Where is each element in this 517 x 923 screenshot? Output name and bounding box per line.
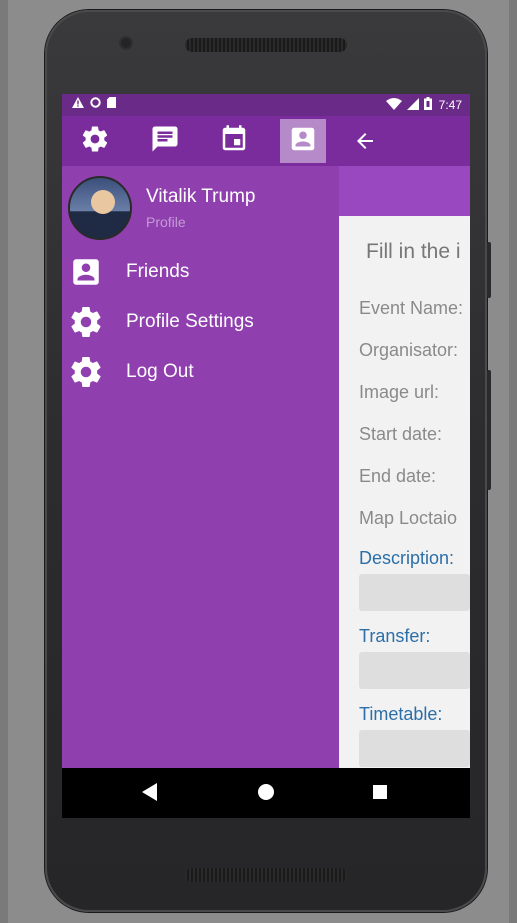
profile-subtitle: Profile (146, 214, 186, 230)
navigation-drawer: Vitalik Trump Profile Friends Profile Se… (62, 166, 339, 768)
end-date-field[interactable]: End date: (359, 466, 436, 487)
wifi-icon (385, 97, 402, 113)
signal-icon (406, 97, 419, 113)
back-nav-button[interactable] (136, 780, 164, 808)
gear-icon (68, 354, 104, 390)
profile-name[interactable]: Vitalik Trump (146, 186, 255, 208)
calendar-tab[interactable] (211, 119, 257, 163)
form-title: Fill in the i (366, 240, 461, 263)
messages-tab[interactable] (142, 119, 188, 163)
gear-icon (68, 304, 104, 340)
sub-header-bar (339, 166, 470, 216)
message-icon (150, 124, 180, 159)
circle-home-icon (257, 783, 275, 806)
triangle-back-icon (142, 782, 158, 806)
app-bar (62, 116, 470, 166)
avatar[interactable] (68, 176, 132, 240)
profile-tab[interactable] (280, 119, 326, 163)
warning-icon (72, 97, 84, 111)
battery-icon (423, 97, 432, 113)
clock: 7:47 (438, 98, 462, 112)
organisator-field[interactable]: Organisator: (359, 340, 458, 361)
event-form: Fill in the i Event Name: Organisator: I… (339, 216, 470, 768)
settings-tab[interactable] (72, 119, 118, 163)
circle-icon (90, 97, 101, 111)
map-location-field[interactable]: Map Loctaio (359, 508, 457, 529)
square-recents-icon (372, 784, 388, 805)
back-arrow-icon[interactable] (352, 129, 378, 158)
drawer-item-friends[interactable]: Friends (68, 254, 328, 290)
drawer-item-label: Friends (126, 261, 190, 282)
start-date-field[interactable]: Start date: (359, 424, 442, 445)
timetable-input[interactable] (359, 730, 470, 767)
transfer-input[interactable] (359, 652, 470, 689)
contact-icon (68, 254, 104, 290)
screen: 7:47 Vitalik Trump Profile Friends Profi… (62, 94, 470, 818)
drawer-item-label: Log Out (126, 361, 194, 382)
contact-icon (288, 124, 318, 159)
drawer-item-label: Profile Settings (126, 311, 254, 332)
top-speaker (185, 38, 347, 52)
image-url-field[interactable]: Image url: (359, 382, 439, 403)
gear-icon (80, 124, 110, 159)
recents-nav-button[interactable] (366, 780, 394, 808)
sd-card-icon (107, 97, 116, 111)
volume-button (487, 242, 491, 298)
description-input[interactable] (359, 574, 470, 611)
transfer-label: Transfer: (359, 626, 431, 646)
bottom-speaker (185, 868, 347, 882)
home-nav-button[interactable] (252, 780, 280, 808)
drawer-item-log-out[interactable]: Log Out (68, 354, 328, 390)
timetable-label: Timetable: (359, 704, 443, 724)
calendar-icon (219, 124, 249, 159)
drawer-item-profile-settings[interactable]: Profile Settings (68, 304, 328, 340)
power-button (487, 370, 491, 490)
system-navigation-bar (62, 768, 470, 818)
status-bar: 7:47 (62, 94, 470, 116)
camera (121, 38, 131, 48)
description-label: Description: (359, 548, 455, 568)
event-name-field[interactable]: Event Name: (359, 298, 463, 319)
